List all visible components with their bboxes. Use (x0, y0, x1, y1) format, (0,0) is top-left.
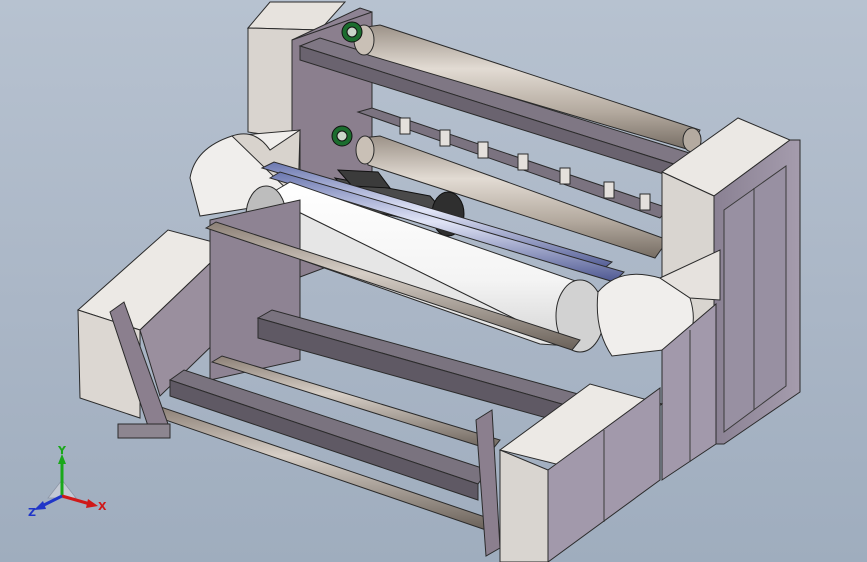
orientation-triad: Y X Z (28, 446, 107, 519)
triad-x-label: X (98, 500, 107, 513)
triad-z-label: Z (28, 506, 36, 519)
right-bracket (475, 409, 501, 557)
triad-y-label: Y (57, 446, 67, 457)
triad-x-arrow (86, 499, 98, 508)
triad-x-axis (61, 494, 91, 506)
model-viewport[interactable] (0, 0, 867, 562)
